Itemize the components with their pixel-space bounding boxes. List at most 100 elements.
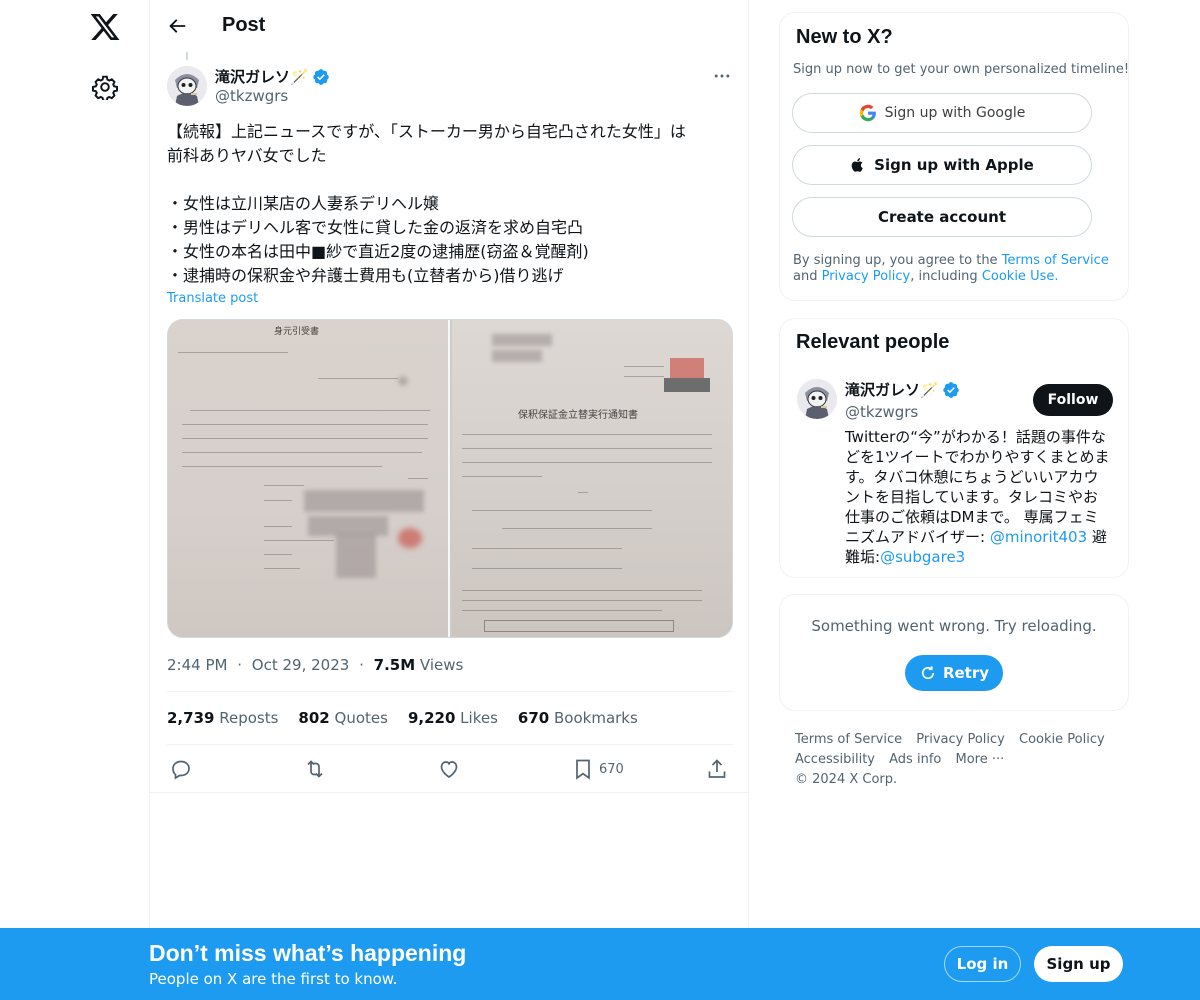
- footer-links: Terms of Service Privacy Policy Cookie P…: [795, 730, 1115, 790]
- settings-gear-icon[interactable]: [92, 74, 118, 100]
- likes-count: 9,220: [407, 709, 456, 727]
- author-name-text: 滝沢ガレソ🪄: [215, 68, 309, 86]
- bottom-bar-title: Don’t miss what’s happening: [149, 940, 467, 966]
- divider: [167, 691, 733, 692]
- footer-link-accessibility[interactable]: Accessibility: [795, 752, 875, 767]
- sign-up-google-label: Sign up with Google: [884, 105, 1026, 121]
- error-message: Something went wrong. Try reloading.: [811, 617, 1097, 635]
- post-time[interactable]: 2:44 PM: [167, 656, 227, 674]
- translate-post-link[interactable]: Translate post: [167, 291, 258, 306]
- footer-link-more[interactable]: More ···: [955, 752, 1004, 767]
- bookmark-action-count: 670: [599, 762, 624, 777]
- bio-mention-link[interactable]: @subgare3: [880, 548, 965, 566]
- media-separator: [448, 320, 450, 637]
- document-title-left: 身元引受書: [274, 327, 320, 337]
- document-title-right: 保釈保証金立替実行通知書: [517, 410, 638, 421]
- relevant-bio: Twitterの“今”がわかる！話題の事件などを1ツイートでわかりやすくまとめま…: [845, 427, 1113, 567]
- footer-link-terms[interactable]: Terms of Service: [795, 732, 902, 747]
- page-title: Post: [222, 14, 266, 36]
- bookmarks-count: 670: [517, 709, 550, 727]
- bookmarks-label: Bookmarks: [554, 709, 638, 727]
- footer-link-ads-info[interactable]: Ads info: [889, 752, 941, 767]
- quotes-count: 802: [298, 709, 330, 727]
- repost-icon[interactable]: [303, 757, 327, 781]
- document-image-right[interactable]: 保釈保証金立替実行通知書: [451, 320, 732, 637]
- quotes-stat[interactable]: 802 Quotes: [298, 709, 388, 727]
- x-logo-icon[interactable]: [89, 11, 121, 43]
- bookmarks-stat[interactable]: 670 Bookmarks: [518, 709, 638, 727]
- sign-up-google-button[interactable]: Sign up with Google: [792, 93, 1092, 133]
- likes-label: Likes: [460, 709, 498, 727]
- refresh-icon: [921, 666, 935, 680]
- sign-up-button[interactable]: Sign up: [1034, 946, 1123, 982]
- legal-text-pre: By signing up, you agree to the: [793, 253, 1002, 268]
- signup-legal-text: By signing up, you agree to the Terms of…: [793, 253, 1113, 285]
- avatar-illustration-icon: [797, 379, 837, 419]
- like-heart-icon[interactable]: [437, 757, 461, 781]
- retry-button[interactable]: Retry: [905, 655, 1003, 691]
- back-arrow-icon[interactable]: [166, 15, 188, 37]
- signup-card-title: New to X?: [796, 26, 893, 48]
- share-icon[interactable]: [705, 757, 729, 781]
- main-column: Post 滝沢ガレソ🪄 @tkzwgrs 【続報】上記ニュースですが、「ストーカ…: [149, 0, 750, 1000]
- post-body-text: 【続報】上記ニュースですが、「ストーカー男から自宅凸された女性」は 前科ありヤバ…: [167, 122, 686, 285]
- footer-link-cookie[interactable]: Cookie Policy: [1019, 732, 1105, 747]
- thread-line: [186, 52, 188, 60]
- author-handle[interactable]: @tkzwgrs: [215, 87, 288, 105]
- footer-copyright: © 2024 X Corp.: [795, 772, 898, 787]
- legal-text-and: and: [793, 269, 822, 284]
- reply-icon[interactable]: [169, 757, 193, 781]
- author-name[interactable]: 滝沢ガレソ🪄: [215, 66, 330, 87]
- google-icon: [859, 104, 876, 122]
- sign-up-apple-label: Sign up with Apple: [874, 156, 1034, 174]
- post-header: Post: [150, 0, 750, 53]
- quotes-label: Quotes: [334, 709, 388, 727]
- meta-separator: ·: [237, 656, 243, 674]
- bookmark-icon[interactable]: [571, 757, 595, 781]
- more-options-icon[interactable]: [712, 66, 732, 86]
- sign-up-apple-button[interactable]: Sign up with Apple: [792, 145, 1092, 185]
- signup-card-subtitle: Sign up now to get your own personalized…: [793, 62, 1130, 77]
- log-in-button[interactable]: Log in: [944, 946, 1021, 982]
- retry-label: Retry: [942, 664, 990, 682]
- error-card: Something went wrong. Try reloading. Ret…: [779, 594, 1129, 711]
- views-count: 7.5M: [373, 656, 416, 674]
- reposts-label: Reposts: [219, 709, 279, 727]
- divider: [150, 792, 750, 793]
- post-actions: 670: [167, 757, 733, 783]
- likes-stat[interactable]: 9,220 Likes: [408, 709, 498, 727]
- bottom-signup-bar: Don’t miss what’s happening People on X …: [0, 928, 1200, 1000]
- privacy-link[interactable]: Privacy Policy: [822, 269, 911, 284]
- footer-link-privacy[interactable]: Privacy Policy: [916, 732, 1005, 747]
- apple-icon: [851, 158, 863, 172]
- author-avatar[interactable]: [167, 66, 207, 106]
- relevant-name[interactable]: 滝沢ガレソ🪄: [845, 379, 960, 400]
- post-stats: 2,739 Reposts 802 Quotes 9,220 Likes 670…: [167, 709, 638, 727]
- views-label: Views: [419, 656, 464, 674]
- relevant-handle[interactable]: @tkzwgrs: [845, 403, 918, 421]
- verified-badge-icon: [942, 381, 959, 398]
- avatar-illustration-icon: [167, 66, 207, 106]
- bottom-bar-subtitle: People on X are the first to know.: [149, 970, 398, 988]
- left-nav: [0, 0, 149, 1000]
- relevant-name-text: 滝沢ガレソ🪄: [845, 381, 939, 399]
- reposts-count: 2,739: [167, 709, 215, 727]
- post-meta: 2:44 PM · Oct 29, 2023 · 7.5M Views: [167, 656, 463, 674]
- legal-text-including: , including: [910, 269, 982, 284]
- reposts-stat[interactable]: 2,739 Reposts: [167, 709, 278, 727]
- bio-mention-link[interactable]: @minorit403: [990, 528, 1087, 546]
- relevant-people-title: Relevant people: [796, 331, 950, 353]
- legal-text-end: .: [1054, 269, 1059, 284]
- meta-separator: ·: [359, 656, 364, 674]
- signup-card: New to X? Sign up now to get your own pe…: [779, 12, 1129, 301]
- terms-link[interactable]: Terms of Service: [1002, 253, 1109, 268]
- post-media[interactable]: 身元引受書 保釈保証金立替実行通知書: [167, 319, 733, 638]
- verified-badge-icon: [312, 68, 329, 85]
- cookie-use-link[interactable]: Cookie Use: [982, 269, 1055, 284]
- document-image-left[interactable]: 身元引受書: [168, 320, 448, 637]
- follow-button[interactable]: Follow: [1033, 384, 1113, 416]
- post-date[interactable]: Oct 29, 2023: [252, 656, 350, 674]
- create-account-button[interactable]: Create account: [792, 197, 1092, 237]
- relevant-avatar[interactable]: [797, 379, 837, 419]
- divider: [167, 744, 733, 745]
